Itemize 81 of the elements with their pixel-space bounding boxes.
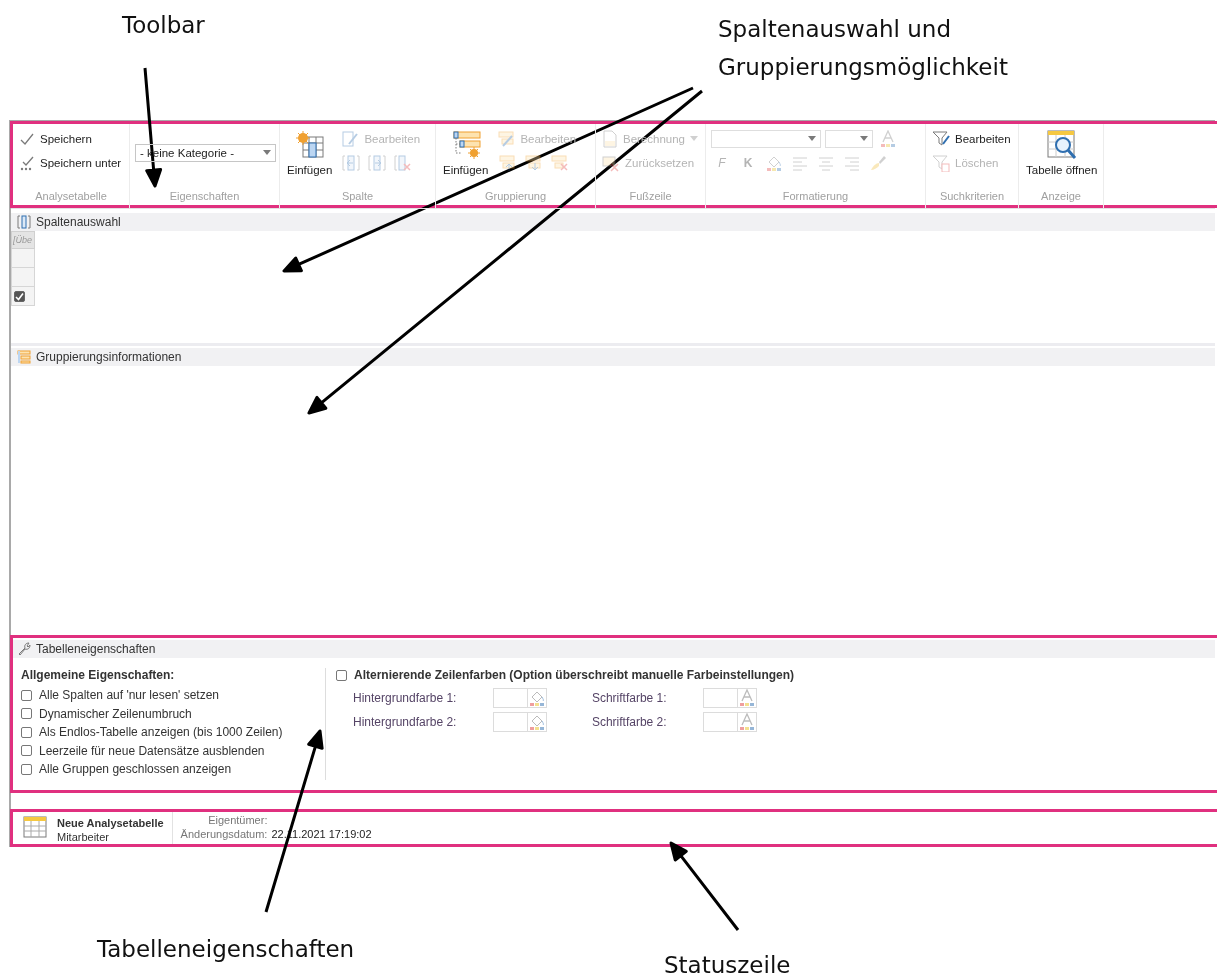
checkbox[interactable]	[21, 726, 32, 738]
table-search-icon	[1045, 129, 1078, 161]
checkbox[interactable]	[336, 669, 347, 681]
align-right-icon	[843, 154, 861, 172]
group-heading: Allgemeine Eigenschaften:	[21, 668, 176, 682]
column-left-icon	[342, 154, 361, 172]
color-picker[interactable]	[493, 712, 548, 732]
ribbon-button[interactable]: Einfügen	[283, 127, 337, 183]
section-title: Tabelleneigenschaften	[36, 642, 156, 656]
column-right-icon	[368, 154, 387, 172]
field-label: Schriftfarbe 2:	[591, 715, 668, 729]
table-star-icon	[294, 131, 325, 159]
brush-icon	[869, 154, 887, 172]
group-up-icon	[498, 154, 517, 172]
section-title: Gruppierungsinformationen	[36, 350, 182, 364]
wrench-icon	[17, 642, 31, 656]
field-label: Eigentümer:	[207, 813, 268, 827]
group-label: Analysetabelle	[34, 190, 108, 204]
section-title: Spaltenauswahl	[36, 215, 121, 229]
align-left-icon	[791, 154, 809, 172]
field-label: Hintergrundfarbe 1:	[353, 691, 458, 705]
table-category: Mitarbeiter	[57, 830, 110, 844]
group-label: Eigenschaften	[168, 190, 241, 204]
field-label: Hintergrundfarbe 2:	[353, 715, 458, 729]
fill-bucket-icon	[765, 154, 783, 172]
ribbon-button[interactable]: Speichern unter	[16, 151, 125, 175]
fill-bucket-icon	[528, 713, 547, 731]
caret-icon	[263, 150, 271, 156]
group-edit-icon	[497, 130, 516, 148]
checkmark-dots-icon	[19, 155, 35, 171]
checkbox-label: Leerzeile für neue Datensätze ausblenden	[39, 743, 265, 758]
column-delete-icon	[394, 154, 413, 172]
field-label: Änderungsdatum:	[180, 827, 268, 841]
group-down-icon	[524, 154, 543, 172]
document-icon	[602, 130, 618, 148]
annotation-label: Statuszeile	[664, 951, 791, 976]
group-label: Gruppierung	[483, 190, 548, 204]
ribbon-button[interactable]: Tabelle öffnen	[1022, 127, 1102, 183]
pencil-page-icon	[341, 130, 360, 148]
grouping-icon	[17, 350, 31, 364]
reset-icon	[602, 154, 620, 172]
field-label: Schriftfarbe 1:	[591, 691, 668, 705]
fill-bucket-icon	[528, 689, 547, 707]
column-header: [Übe	[11, 231, 35, 249]
annotation-label: Toolbar	[122, 11, 205, 40]
table-icon	[23, 816, 47, 838]
checkbox[interactable]	[14, 290, 25, 302]
font-color-icon	[738, 713, 757, 731]
checkbox-label: Alternierende Zeilenfarben (Option überschreibt manuelle Farbeinstellungen)	[354, 668, 795, 682]
checkbox[interactable]	[21, 763, 32, 775]
group-label: Formatierung	[781, 190, 850, 204]
checkbox-label: Alle Spalten auf 'nur lesen' setzen	[39, 688, 220, 703]
group-label: Fußzeile	[628, 190, 673, 204]
ribbon-button[interactable]: Einfügen	[439, 127, 493, 183]
checkbox-label: Alle Gruppen geschlossen anzeigen	[39, 762, 232, 777]
filter-icon	[932, 130, 950, 148]
annotation-label: Tabelleneigenschaften	[97, 935, 355, 964]
checkbox-label: Dynamischer Zeilenumbruch	[39, 706, 192, 721]
group-label: Anzeige	[1040, 190, 1082, 204]
annotation-label: Spaltenauswahl und Gruppierungsmöglichkeit	[718, 15, 1008, 82]
group-delete-icon	[550, 154, 569, 172]
color-picker[interactable]	[703, 712, 758, 732]
checkbox[interactable]	[21, 689, 32, 701]
columns-icon	[17, 215, 31, 229]
font-color-icon	[879, 130, 897, 148]
ribbon-button[interactable]: Bearbeiten	[929, 127, 1015, 151]
checkbox-label: Als Endlos-Tabelle anzeigen (bis 1000 Zeilen)	[39, 725, 283, 740]
group-label: Spalte	[340, 190, 375, 204]
checkbox[interactable]	[21, 745, 32, 757]
filter-delete-icon	[932, 154, 950, 172]
caret-icon	[860, 136, 868, 142]
table-name: Neue Analysetabelle	[57, 816, 164, 830]
checkbox[interactable]	[21, 708, 32, 720]
align-center-icon	[817, 154, 835, 172]
color-picker[interactable]	[493, 688, 548, 708]
check-icon	[19, 131, 35, 147]
font-color-icon	[738, 689, 757, 707]
color-picker[interactable]	[703, 688, 758, 708]
caret-icon	[808, 136, 816, 142]
ribbon-button[interactable]: Speichern	[16, 127, 124, 151]
group-label: Suchkriterien	[938, 190, 1006, 204]
